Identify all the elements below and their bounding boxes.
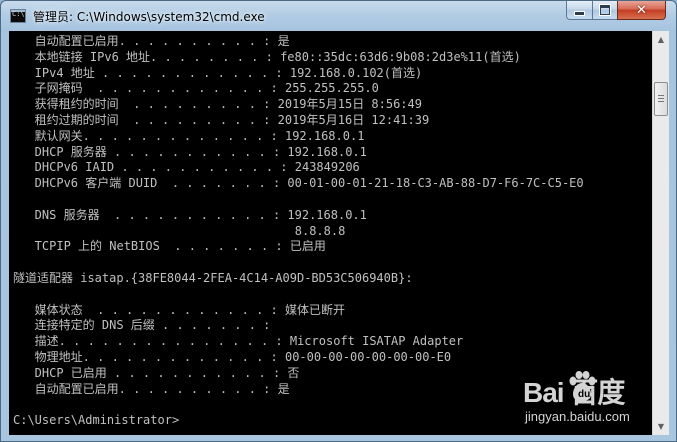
- title-bar[interactable]: C:\ 管理员: C:\Windows\system32\cmd.exe ✕: [1, 1, 676, 31]
- console-line: 隧道适配器 isatap.{38FE8044-2FEA-4C14-A09D-BD…: [13, 270, 413, 285]
- console-line: DNS 服务器 . . . . . . . . . . . : 192.168.…: [13, 207, 367, 222]
- console-line: C:\Users\Administrator>: [13, 413, 180, 428]
- console-line: 获得租约的时间 . . . . . . . . . : 2019年5月15日 8…: [13, 97, 422, 112]
- console-line: 8.8.8.8: [13, 223, 346, 238]
- console-line: 本地链接 IPv6 地址. . . . . . . . : fe80::35dc…: [13, 49, 521, 64]
- close-button[interactable]: ✕: [617, 1, 666, 20]
- close-icon: ✕: [636, 2, 647, 18]
- scroll-thumb[interactable]: [654, 81, 668, 116]
- console-line: IPv4 地址 . . . . . . . . . . . . : 192.16…: [13, 65, 423, 80]
- console-output[interactable]: 自动配置已启用. . . . . . . . . . : 是 本地链接 IPv6…: [9, 31, 652, 435]
- window-title: 管理员: C:\Windows\system32\cmd.exe: [33, 10, 265, 24]
- cmd-window: C:\ 管理员: C:\Windows\system32\cmd.exe ✕ 自…: [0, 0, 677, 442]
- cmd-icon[interactable]: C:\: [10, 9, 26, 23]
- console-line: 连接特定的 DNS 后缀 . . . . . . . :: [13, 318, 271, 333]
- minimize-icon: [574, 11, 585, 16]
- console-line: 自动配置已启用. . . . . . . . . . : 是: [13, 381, 290, 396]
- console-line: 租约过期的时间 . . . . . . . . . : 2019年5月16日 1…: [13, 112, 430, 127]
- console-line: TCPIP 上的 NetBIOS . . . . . . . : 已启用: [13, 239, 326, 254]
- scroll-down-icon[interactable]: ▼: [653, 418, 669, 435]
- console-line: DHCPv6 客户端 DUID . . . . . . . : 00-01-00…: [13, 176, 584, 191]
- console-line: 媒体状态 . . . . . . . . . . . . : 媒体已断开: [13, 302, 345, 317]
- console-line: DHCP 服务器 . . . . . . . . . . . : 192.168…: [13, 144, 367, 159]
- console-line: DHCP 已启用 . . . . . . . . . . . : 否: [13, 365, 300, 380]
- console-line: 默认网关. . . . . . . . . . . . . : 192.168.…: [13, 128, 365, 143]
- console-line: 描述. . . . . . . . . . . . . . . : Micros…: [13, 334, 464, 349]
- maximize-button[interactable]: [592, 1, 618, 20]
- console-line: 物理地址. . . . . . . . . . . . . : 00-00-00…: [13, 349, 452, 364]
- console-line: 子网掩码 . . . . . . . . . . . . : 255.255.2…: [13, 81, 379, 96]
- scroll-up-icon[interactable]: ▲: [653, 31, 669, 48]
- console-line: DHCPv6 IAID . . . . . . . . . . . : 2438…: [13, 160, 360, 175]
- vertical-scrollbar[interactable]: ▲ ▼: [652, 31, 669, 435]
- console-line: 自动配置已启用. . . . . . . . . . : 是: [13, 34, 290, 48]
- console-text: 自动配置已启用. . . . . . . . . . : 是 本地链接 IPv6…: [13, 34, 584, 429]
- minimize-button[interactable]: [566, 1, 593, 20]
- maximize-icon: [600, 5, 610, 15]
